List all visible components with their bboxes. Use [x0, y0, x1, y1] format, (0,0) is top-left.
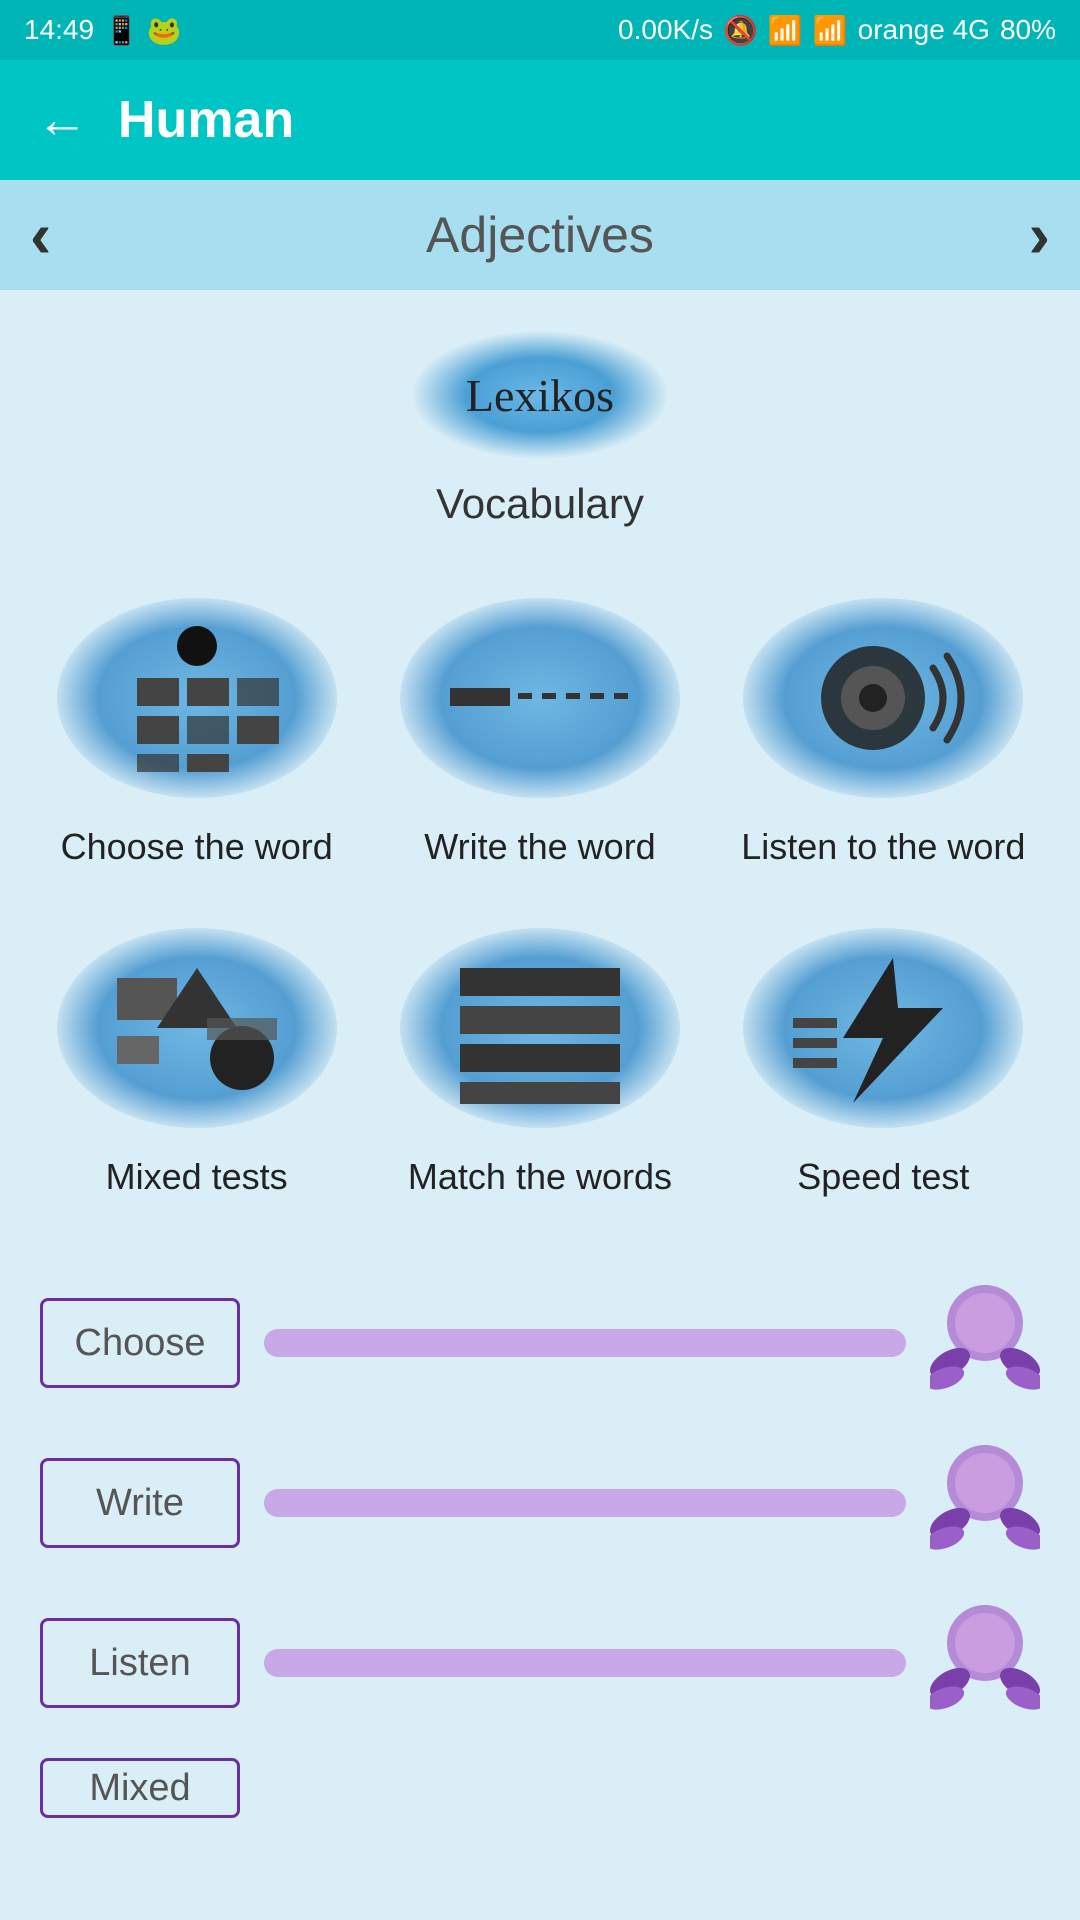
listen-badge-svg: [930, 1598, 1040, 1728]
activity-card-write-word[interactable]: Write the word: [383, 588, 696, 868]
app-bar: ← Human: [0, 60, 1080, 180]
speed-test-icon-wrap: [743, 918, 1023, 1138]
status-mute-icon: 🔕: [723, 14, 758, 47]
status-time: 14:49: [24, 14, 94, 46]
match-words-label: Match the words: [408, 1156, 672, 1198]
activity-grid: Choose the word Write the word: [40, 588, 1040, 1198]
status-carrier: orange 4G: [858, 14, 990, 46]
category-nav: ‹ Adjectives ›: [0, 180, 1080, 290]
listen-word-label: Listen to the word: [741, 826, 1025, 868]
write-word-label: Write the word: [424, 826, 655, 868]
shapes-icon: [97, 948, 297, 1108]
listen-badge: [930, 1598, 1040, 1728]
status-battery: 80%: [1000, 14, 1056, 46]
activity-card-listen-word[interactable]: Listen to the word: [727, 588, 1040, 868]
choose-word-label: Choose the word: [61, 826, 333, 868]
progress-row-choose: Choose: [40, 1278, 1040, 1408]
choose-progress-button[interactable]: Choose: [40, 1298, 240, 1388]
choose-badge-svg: [930, 1278, 1040, 1408]
write-blank-icon: [440, 638, 640, 758]
lexikos-text: Lexikos: [466, 369, 614, 422]
activity-card-choose-word[interactable]: Choose the word: [40, 588, 353, 868]
mixed-tests-label: Mixed tests: [106, 1156, 288, 1198]
vocabulary-label: Vocabulary: [436, 480, 644, 528]
app-title: Human: [118, 90, 294, 150]
listen-progress-bar-fill: [264, 1649, 810, 1677]
choose-word-icon-wrap: [57, 588, 337, 808]
lexikos-logo: Lexikos: [410, 330, 670, 460]
table-list-icon: [440, 948, 640, 1108]
write-badge: [930, 1438, 1040, 1568]
write-progress-bar-wrap: [264, 1489, 906, 1517]
progress-row-listen: Listen: [40, 1598, 1040, 1728]
mixed-tests-icon-wrap: [57, 918, 337, 1138]
choose-badge: [930, 1278, 1040, 1408]
listen-progress-bar-wrap: [264, 1649, 906, 1677]
status-app-icons: 📱 🐸: [104, 14, 182, 47]
status-wifi-icon: 📶: [768, 14, 803, 47]
activity-card-speed-test[interactable]: Speed test: [727, 918, 1040, 1198]
write-progress-button[interactable]: Write: [40, 1458, 240, 1548]
choose-progress-bar-fill: [264, 1329, 810, 1357]
match-words-icon-wrap: [400, 918, 680, 1138]
progress-row-mixed: Mixed: [40, 1758, 1040, 1818]
speed-test-label: Speed test: [797, 1156, 969, 1198]
write-progress-bar-fill: [264, 1489, 810, 1517]
back-button[interactable]: ←: [36, 90, 88, 150]
choose-progress-bar-wrap: [264, 1329, 906, 1357]
category-title: Adjectives: [426, 206, 654, 264]
grid-person-icon: [107, 618, 287, 778]
status-signal-icon: 📶: [813, 14, 848, 47]
main-content: Lexikos Vocabulary: [0, 290, 1080, 1878]
progress-section: Choose Write: [40, 1278, 1040, 1818]
mixed-progress-button[interactable]: Mixed: [40, 1758, 240, 1818]
status-network: 0.00K/s: [618, 14, 713, 46]
status-bar: 14:49 📱 🐸 0.00K/s 🔕 📶 📶 orange 4G 80%: [0, 0, 1080, 60]
speed-arrow-icon: [783, 948, 983, 1108]
next-category-button[interactable]: ›: [1029, 198, 1050, 272]
write-word-icon-wrap: [400, 588, 680, 808]
speaker-icon: [783, 618, 983, 778]
write-badge-svg: [930, 1438, 1040, 1568]
vocab-header: Lexikos Vocabulary: [40, 330, 1040, 528]
prev-category-button[interactable]: ‹: [30, 198, 51, 272]
listen-progress-button[interactable]: Listen: [40, 1618, 240, 1708]
progress-row-write: Write: [40, 1438, 1040, 1568]
listen-word-icon-wrap: [743, 588, 1023, 808]
activity-card-mixed-tests[interactable]: Mixed tests: [40, 918, 353, 1198]
activity-card-match-words[interactable]: Match the words: [383, 918, 696, 1198]
